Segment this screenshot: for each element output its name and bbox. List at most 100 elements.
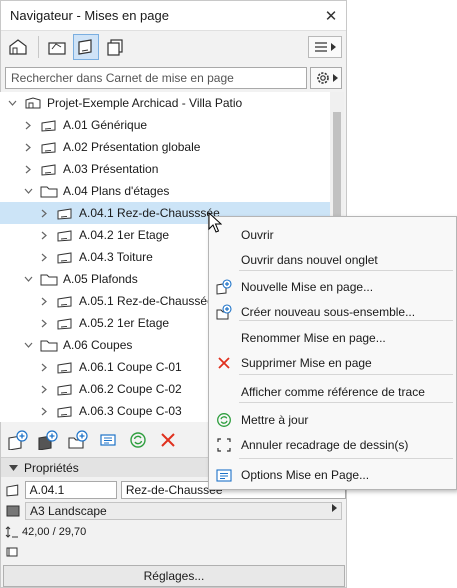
update-icon xyxy=(130,432,146,448)
tree-item-label: A.06.3 Coupe C-03 xyxy=(79,404,182,418)
page-size-icon xyxy=(5,526,18,538)
tree-item-label: A.02 Présentation globale xyxy=(63,140,201,154)
chevron-right-icon[interactable] xyxy=(22,163,34,175)
layout-book-button[interactable] xyxy=(73,34,99,60)
chevron-right-icon[interactable] xyxy=(38,295,50,307)
tree-item-label: A.06.2 Coupe C-02 xyxy=(79,382,182,396)
menu-item-open[interactable]: Ouvrir xyxy=(209,224,456,246)
chevron-right-icon[interactable] xyxy=(38,251,50,263)
layout-options-icon xyxy=(209,467,239,483)
tree-item-label: Projet-Exemple Archicad - Villa Patio xyxy=(47,96,243,110)
view-map-button[interactable] xyxy=(44,34,70,60)
project-map-icon xyxy=(9,39,27,55)
menu-item-cancel-crop[interactable]: Annuler recadrage de dessin(s) xyxy=(209,434,456,456)
layout-page-icon xyxy=(54,205,76,221)
chevron-right-icon[interactable] xyxy=(38,383,50,395)
tree-item-label: A.05 Plafonds xyxy=(63,272,138,286)
new-folder-icon xyxy=(68,430,88,449)
menu-item-new-layout[interactable]: Nouvelle Mise en page... xyxy=(209,276,456,298)
layout-book-icon xyxy=(78,39,92,55)
project-map-button[interactable] xyxy=(5,34,31,60)
new-layout-icon xyxy=(209,279,239,295)
tree-item-label: A.06.1 Coupe C-01 xyxy=(79,360,182,374)
tree-item[interactable]: Projet-Exemple Archicad - Villa Patio xyxy=(0,92,330,114)
menu-item-new-subset[interactable]: Créer nouveau sous-ensemble... xyxy=(209,301,456,323)
new-master-layout-icon xyxy=(38,430,58,450)
menu-item-label: Mettre à jour xyxy=(241,413,309,427)
update-icon xyxy=(209,412,239,428)
chevron-right-icon xyxy=(332,504,337,512)
chevron-right-icon[interactable] xyxy=(38,207,50,219)
page-size-value: 42,00 / 29,70 xyxy=(22,526,87,538)
publisher-sets-button[interactable] xyxy=(102,34,128,60)
chevron-right-icon[interactable] xyxy=(38,405,50,417)
layout-page-icon xyxy=(38,161,60,177)
menu-item-label: Supprimer Mise en page xyxy=(241,356,372,370)
properties-format-row: A3 Landscape xyxy=(1,500,346,522)
folder-icon xyxy=(38,337,60,353)
chevron-right-icon[interactable] xyxy=(22,141,34,153)
layout-page-icon xyxy=(54,249,76,265)
menu-item-label: Afficher comme référence de trace xyxy=(241,385,425,399)
chevron-right-icon[interactable] xyxy=(38,229,50,241)
view-map-icon xyxy=(48,42,66,55)
search-input[interactable] xyxy=(5,67,307,89)
properties-title: Propriétés xyxy=(24,460,79,475)
update-button[interactable] xyxy=(127,429,149,451)
menu-item-label: Annuler recadrage de dessin(s) xyxy=(241,438,409,452)
close-icon[interactable]: ✕ xyxy=(316,7,346,25)
layout-page-icon xyxy=(54,381,76,397)
new-layout-icon xyxy=(8,430,28,450)
properties-misc-row xyxy=(1,541,346,563)
new-subset-button[interactable] xyxy=(67,429,89,451)
menu-item-layout-options[interactable]: Options Mise en Page... xyxy=(209,464,456,486)
master-layout-value: A3 Landscape xyxy=(30,504,107,518)
menu-item-update[interactable]: Mettre à jour xyxy=(209,409,456,431)
layout-id-field[interactable]: A.04.1 xyxy=(24,481,117,499)
context-menu: Ouvrir Ouvrir dans nouvel onglet Nouvelle … xyxy=(208,216,457,490)
settings-button[interactable]: Réglages... xyxy=(3,565,345,587)
folder-icon xyxy=(38,183,60,199)
menu-item-show-as-trace[interactable]: Afficher comme référence de trace xyxy=(209,381,456,403)
options-menu-button[interactable] xyxy=(308,36,342,58)
chevron-down-icon[interactable] xyxy=(6,97,18,109)
new-subset-icon xyxy=(209,304,239,320)
hamburger-icon xyxy=(315,42,327,52)
layout-settings-button[interactable] xyxy=(97,429,119,451)
delete-button[interactable] xyxy=(157,429,179,451)
menu-item-rename[interactable]: Renommer Mise en page... xyxy=(209,327,456,349)
chevron-down-icon[interactable] xyxy=(22,185,34,197)
crop-icon xyxy=(209,438,239,452)
layout-page-icon xyxy=(54,227,76,243)
layout-page-icon xyxy=(54,293,76,309)
tree-item[interactable]: A.01 Générique xyxy=(0,114,330,136)
tree-item-label: A.05.1 Rez-de-Chaussée xyxy=(79,294,214,308)
tree-item-label: A.04.2 1er Etage xyxy=(79,228,170,242)
properties-size-row: 42,00 / 29,70 xyxy=(1,521,346,543)
collapse-triangle-icon xyxy=(9,464,18,471)
chevron-down-icon[interactable] xyxy=(22,339,34,351)
layout-page-icon xyxy=(54,315,76,331)
chevron-right-icon[interactable] xyxy=(38,361,50,373)
menu-separator xyxy=(239,374,453,375)
tree-item-label: A.04.1 Rez-de-Chausssée xyxy=(79,206,220,220)
tree-item[interactable]: A.02 Présentation globale xyxy=(0,136,330,158)
menu-separator xyxy=(239,458,453,459)
mouse-cursor-icon xyxy=(208,212,222,233)
layout-page-icon xyxy=(38,139,60,155)
menu-item-label: Renommer Mise en page... xyxy=(241,331,386,345)
new-layout-button[interactable] xyxy=(7,429,29,451)
tree-item[interactable]: A.03 Présentation xyxy=(0,158,330,180)
master-layout-dropdown[interactable]: A3 Landscape xyxy=(25,502,342,520)
new-master-button[interactable] xyxy=(37,429,59,451)
tree-item[interactable]: A.04 Plans d'étages xyxy=(0,180,330,202)
chevron-right-icon[interactable] xyxy=(22,119,34,131)
chevron-right-icon xyxy=(332,74,338,82)
menu-item-open-new-tab[interactable]: Ouvrir dans nouvel onglet xyxy=(209,249,456,271)
menu-item-delete[interactable]: Supprimer Mise en page xyxy=(209,352,456,374)
chevron-right-icon[interactable] xyxy=(38,317,50,329)
list-settings-icon xyxy=(100,434,116,446)
chevron-down-icon[interactable] xyxy=(22,273,34,285)
search-options-button[interactable] xyxy=(310,67,342,89)
search-row xyxy=(1,63,346,93)
